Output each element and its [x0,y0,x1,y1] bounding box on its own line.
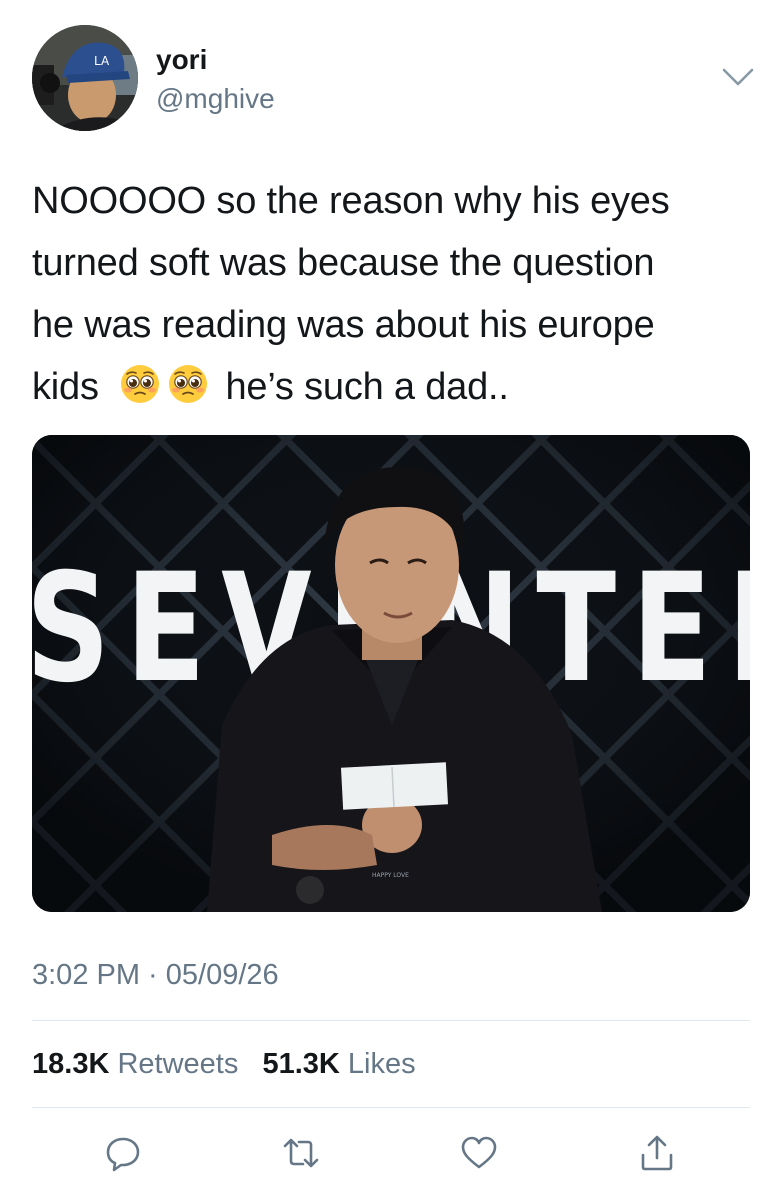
retweet-icon[interactable] [281,1133,321,1173]
author-handle[interactable]: @mghive [156,83,275,115]
tweet-text-line: NOOOOO so the reason why his eyes [32,180,670,222]
divider [32,1020,750,1021]
like-icon[interactable] [459,1133,499,1173]
reply-icon[interactable] [103,1133,143,1173]
likes-label[interactable]: Likes [348,1048,416,1080]
retweets-label[interactable]: Retweets [117,1048,238,1080]
tweet-text-line: turned soft was because the question [32,242,655,284]
avatar[interactable]: LA [32,25,138,131]
tweet-text-line: he was reading was about his europe [32,304,655,346]
pleading-face-emoji [169,365,208,403]
retweets-count[interactable]: 18.3K [32,1048,109,1080]
tweet-image[interactable]: SEVENTEEN HAPPY LOVE [32,435,750,912]
svg-text:LA: LA [94,54,110,68]
share-icon[interactable] [637,1133,677,1173]
tweet-text-fragment: he’s such a dad.. [225,366,509,408]
pleading-face-emoji [121,365,160,403]
tweet-text-line: kids he’s such a dad.. [32,356,752,418]
chevron-down-icon[interactable] [720,64,756,92]
tweet-timestamp[interactable]: 3:02 PM · 05/09/26 [32,958,279,992]
image-card-text: HAPPY LOVE [372,872,409,879]
author-name[interactable]: yori [156,44,207,76]
likes-count[interactable]: 51.3K [262,1048,339,1080]
tweet-stats: 18.3K Retweets 51.3K Likes [32,1047,416,1081]
divider [32,1107,750,1108]
tweet-text-fragment: kids [32,366,99,408]
tweet-text: NOOOOO so the reason why his eyes turned… [32,170,752,418]
